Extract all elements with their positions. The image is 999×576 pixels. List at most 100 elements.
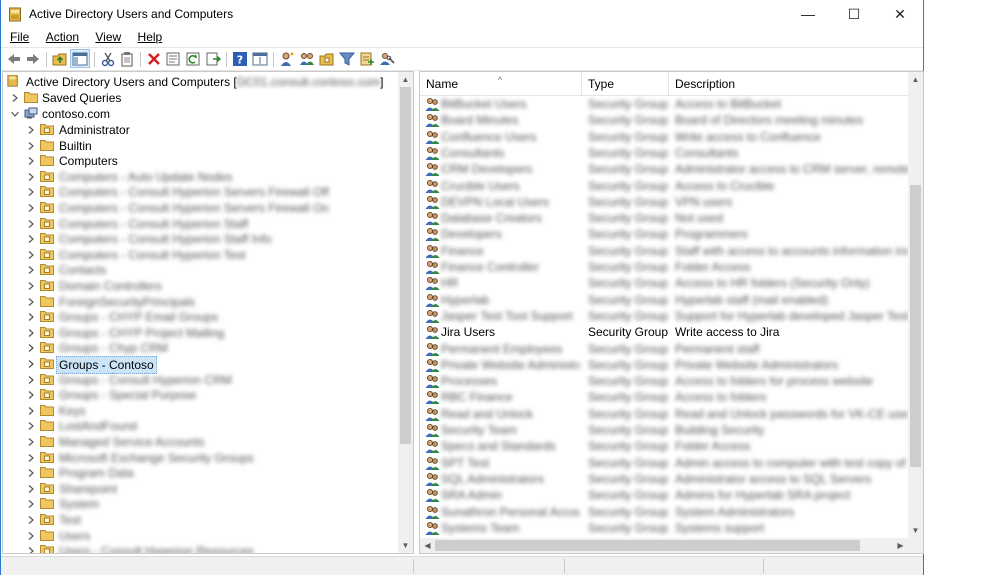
- chevron-right-icon[interactable]: [27, 438, 35, 446]
- chevron-right-icon[interactable]: [27, 141, 35, 150]
- list-row[interactable]: Private Website Administrators Security G…: [420, 357, 908, 373]
- list-row[interactable]: Hyperlab Security Group... Hyperlab staff …: [420, 292, 908, 308]
- chevron-right-icon[interactable]: [27, 375, 35, 384]
- list-row[interactable]: CRM Developers Security Group... Administr…: [420, 161, 909, 177]
- delete-icon[interactable]: [146, 51, 162, 67]
- chevron-right-icon[interactable]: [27, 500, 35, 509]
- refresh-icon[interactable]: [185, 51, 201, 67]
- chevron-right-icon[interactable]: [27, 516, 35, 524]
- list-row[interactable]: Sunathron Personal Accounts Security Grou…: [420, 504, 908, 520]
- menu-action[interactable]: Action: [46, 30, 79, 44]
- list-row[interactable]: SPT Test Security Group... Admin access to…: [420, 455, 909, 471]
- chevron-right-icon[interactable]: [27, 282, 35, 290]
- mmc-view-icon[interactable]: [252, 51, 268, 67]
- back-icon[interactable]: [6, 51, 22, 67]
- chevron-right-icon[interactable]: [27, 126, 35, 134]
- chevron-right-icon[interactable]: [27, 188, 35, 197]
- list-row[interactable]: Confluence Users Security Group... Write a…: [420, 129, 908, 145]
- list-row[interactable]: Processes Security Group... Access to fold…: [420, 373, 908, 389]
- menu-help[interactable]: Help: [138, 30, 163, 44]
- column-header-name[interactable]: ^ Name: [420, 72, 582, 95]
- list-row[interactable]: BitBucket Users Security Group... Access t…: [420, 96, 908, 112]
- details-pane[interactable]: ^ Name Type Description BitBucket Users S…: [419, 71, 924, 554]
- list-row[interactable]: HR Security Group... Access to HR folders …: [420, 275, 908, 291]
- list-row[interactable]: RBC Finance Security Group... Access to fo…: [420, 389, 908, 405]
- chevron-down-icon[interactable]: [11, 110, 19, 118]
- copy-icon[interactable]: [119, 51, 135, 67]
- list-row[interactable]: Systems Team Security Group... Systems sup…: [420, 520, 908, 536]
- chevron-right-icon[interactable]: [27, 297, 35, 306]
- properties-icon[interactable]: [165, 51, 181, 67]
- cut-icon[interactable]: [100, 51, 116, 67]
- scroll-up-arrow-icon[interactable]: ▲: [398, 72, 413, 87]
- menu-view[interactable]: View: [95, 30, 121, 44]
- list-row[interactable]: Read and Unlock Security Group... Read and…: [420, 406, 909, 422]
- up-folder-icon[interactable]: [52, 51, 68, 67]
- list-row[interactable]: Finance Security Group... Staff with acces…: [420, 243, 909, 259]
- list-row[interactable]: Consultants Security Group... Consultants: [420, 145, 908, 161]
- list-hscroll-thumb[interactable]: [435, 540, 860, 551]
- new-user-icon[interactable]: [279, 51, 295, 67]
- delegate-control-icon[interactable]: [379, 51, 395, 67]
- chevron-right-icon[interactable]: [27, 313, 35, 322]
- scroll-right-arrow-icon[interactable]: ▶: [893, 538, 908, 553]
- chevron-right-icon[interactable]: [27, 344, 35, 353]
- scroll-up-arrow-icon[interactable]: ▲: [908, 72, 923, 87]
- list-scroll-thumb[interactable]: [910, 185, 921, 467]
- list-row[interactable]: Permanent Employees Security Group... Perm…: [420, 341, 908, 357]
- list-row[interactable]: SRA Admin Security Group... Admins for Hyp…: [420, 487, 908, 503]
- chevron-right-icon[interactable]: [11, 94, 19, 102]
- chevron-right-icon[interactable]: [27, 250, 35, 259]
- chevron-right-icon[interactable]: [27, 172, 35, 181]
- forward-icon[interactable]: [25, 51, 41, 67]
- minimize-button[interactable]: —: [785, 0, 831, 30]
- console-tree-pane[interactable]: Active Directory Users and Computers [DC…: [2, 71, 414, 554]
- maximize-button[interactable]: ☐: [831, 0, 877, 30]
- list-row[interactable]: Developers Security Group... Programmers: [420, 226, 908, 242]
- new-group-icon[interactable]: [299, 51, 315, 67]
- filter-icon[interactable]: [339, 51, 355, 67]
- menu-file[interactable]: File: [10, 30, 29, 44]
- export-list-icon[interactable]: [205, 51, 221, 67]
- list-row[interactable]: Board Minutes Security Group... Board of D…: [420, 112, 908, 128]
- cell-type: Security Group...: [588, 520, 668, 535]
- list-row[interactable]: Finance Controller Security Group... Folde…: [420, 259, 908, 275]
- new-ou-icon[interactable]: [319, 51, 335, 67]
- chevron-right-icon[interactable]: [27, 360, 35, 368]
- column-header-description[interactable]: Description: [669, 72, 910, 95]
- list-row[interactable]: Specs and Standards Security Group... Fold…: [420, 438, 908, 454]
- list-row[interactable]: Security Team Security Group... Building S…: [420, 422, 908, 438]
- help-icon[interactable]: ?: [232, 51, 248, 67]
- tree-vertical-scrollbar[interactable]: ▲ ▼: [398, 72, 413, 553]
- list-row[interactable]: Jira Users Security Group... Write access …: [420, 324, 908, 340]
- chevron-right-icon[interactable]: [27, 531, 35, 540]
- chevron-right-icon[interactable]: [27, 157, 35, 166]
- tree-scroll-thumb[interactable]: [400, 87, 411, 444]
- add-to-group-icon[interactable]: [359, 51, 375, 67]
- chevron-right-icon[interactable]: [27, 547, 35, 554]
- chevron-right-icon[interactable]: [27, 484, 35, 493]
- chevron-right-icon[interactable]: [27, 219, 35, 228]
- chevron-right-icon[interactable]: [27, 422, 35, 431]
- list-row[interactable]: Database Creators Security Group... Not us…: [420, 210, 908, 226]
- close-button[interactable]: ✕: [877, 0, 923, 30]
- scroll-down-arrow-icon[interactable]: ▼: [908, 523, 923, 538]
- list-row[interactable]: Jasper Test Tool Support Security Group..…: [420, 308, 909, 324]
- chevron-right-icon[interactable]: [27, 266, 35, 275]
- console-tree-icon[interactable]: [72, 51, 88, 67]
- list-horizontal-scrollbar[interactable]: ◀ ▶: [420, 538, 908, 553]
- chevron-right-icon[interactable]: [27, 204, 35, 212]
- list-row[interactable]: SQL Administrators Security Group... Admin…: [420, 471, 908, 487]
- chevron-right-icon[interactable]: [27, 453, 35, 462]
- column-header-type[interactable]: Type: [582, 72, 669, 95]
- chevron-right-icon[interactable]: [27, 235, 35, 244]
- chevron-right-icon[interactable]: [27, 391, 35, 400]
- list-row[interactable]: DEVPN Local Users Security Group... VPN us…: [420, 194, 908, 210]
- scroll-left-arrow-icon[interactable]: ◀: [420, 538, 435, 553]
- chevron-right-icon[interactable]: [27, 406, 35, 415]
- chevron-right-icon[interactable]: [27, 328, 35, 337]
- list-row[interactable]: Crucible Users Security Group... Access to…: [420, 178, 908, 194]
- scroll-down-arrow-icon[interactable]: ▼: [398, 538, 413, 553]
- chevron-right-icon[interactable]: [27, 469, 35, 478]
- list-vertical-scrollbar[interactable]: ▲ ▼: [908, 72, 923, 538]
